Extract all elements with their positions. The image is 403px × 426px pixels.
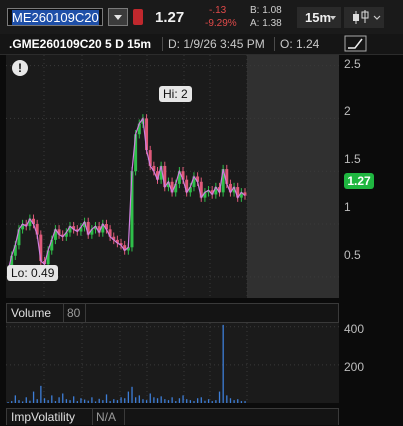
volume-bar <box>43 398 46 403</box>
volume-bar <box>226 395 228 403</box>
volume-bar <box>11 401 13 403</box>
volume-bar <box>116 400 119 403</box>
volume-bar <box>207 399 210 403</box>
volume-bar <box>98 398 100 403</box>
volume-bar <box>21 401 24 403</box>
volume-bar <box>200 397 202 403</box>
volume-bar <box>215 400 217 403</box>
volume-bar <box>135 397 137 403</box>
volume-bar <box>29 400 31 403</box>
volume-bar <box>171 397 173 403</box>
volume-bar <box>69 400 71 403</box>
volume-bar <box>233 400 235 403</box>
volume-bar <box>124 398 126 403</box>
volume-bar <box>83 399 86 403</box>
volume-bar <box>73 396 75 403</box>
volume-bar <box>127 391 130 403</box>
volume-bar <box>91 397 93 403</box>
volume-bar <box>120 397 122 403</box>
divider <box>124 409 125 425</box>
divider <box>92 409 93 425</box>
volume-bar <box>113 399 115 403</box>
volume-bar <box>105 394 108 403</box>
volume-bar <box>204 400 206 403</box>
volume-bar <box>62 393 64 403</box>
volume-bar <box>18 400 20 403</box>
volume-chart <box>6 323 339 403</box>
volume-bar <box>178 398 181 403</box>
volume-bar <box>164 399 166 403</box>
volume-tick: 200 <box>344 360 365 374</box>
volume-bar <box>197 398 199 403</box>
iv-header: ImpVolatility N/A <box>6 408 339 425</box>
volume-bar <box>65 399 68 403</box>
volume-bar <box>149 393 151 403</box>
volume-bar <box>186 399 188 403</box>
volume-bar <box>54 401 57 403</box>
volume-bar <box>182 395 184 403</box>
volume-bar <box>229 398 232 403</box>
volume-bar <box>218 391 221 403</box>
volume-bar <box>189 400 192 403</box>
volume-bar <box>32 391 35 403</box>
volume-bar <box>222 324 224 403</box>
volume-bar <box>153 397 155 403</box>
volume-bar <box>102 400 104 403</box>
volume-bar <box>175 401 177 403</box>
volume-bar <box>47 400 49 403</box>
iv-value: N/A <box>96 410 117 424</box>
volume-bar <box>237 399 239 403</box>
volume-bar <box>156 398 159 403</box>
volume-bar <box>51 395 53 403</box>
volume-bar <box>80 398 82 403</box>
volume-bar <box>167 400 170 403</box>
volume-bar <box>14 395 16 403</box>
volume-bar <box>7 402 9 403</box>
volume-bar <box>76 401 78 403</box>
volume-bar <box>87 400 89 403</box>
volume-bar <box>160 396 162 403</box>
volume-bar <box>58 397 60 403</box>
volume-bar <box>40 385 42 403</box>
volume-bar <box>25 397 27 403</box>
volume-bar <box>142 399 144 403</box>
iv-label: ImpVolatility <box>11 410 76 424</box>
volume-bar <box>211 401 213 403</box>
volume-bar <box>131 386 133 403</box>
volume-bar <box>145 400 148 403</box>
volume-bar <box>94 401 97 403</box>
volume-tick: 400 <box>344 322 365 336</box>
volume-bar <box>138 395 140 403</box>
volume-bar <box>240 401 243 403</box>
volume-bar <box>36 399 38 403</box>
volume-bar <box>193 401 195 403</box>
volume-bar <box>109 401 111 403</box>
volume-bar <box>244 401 246 403</box>
